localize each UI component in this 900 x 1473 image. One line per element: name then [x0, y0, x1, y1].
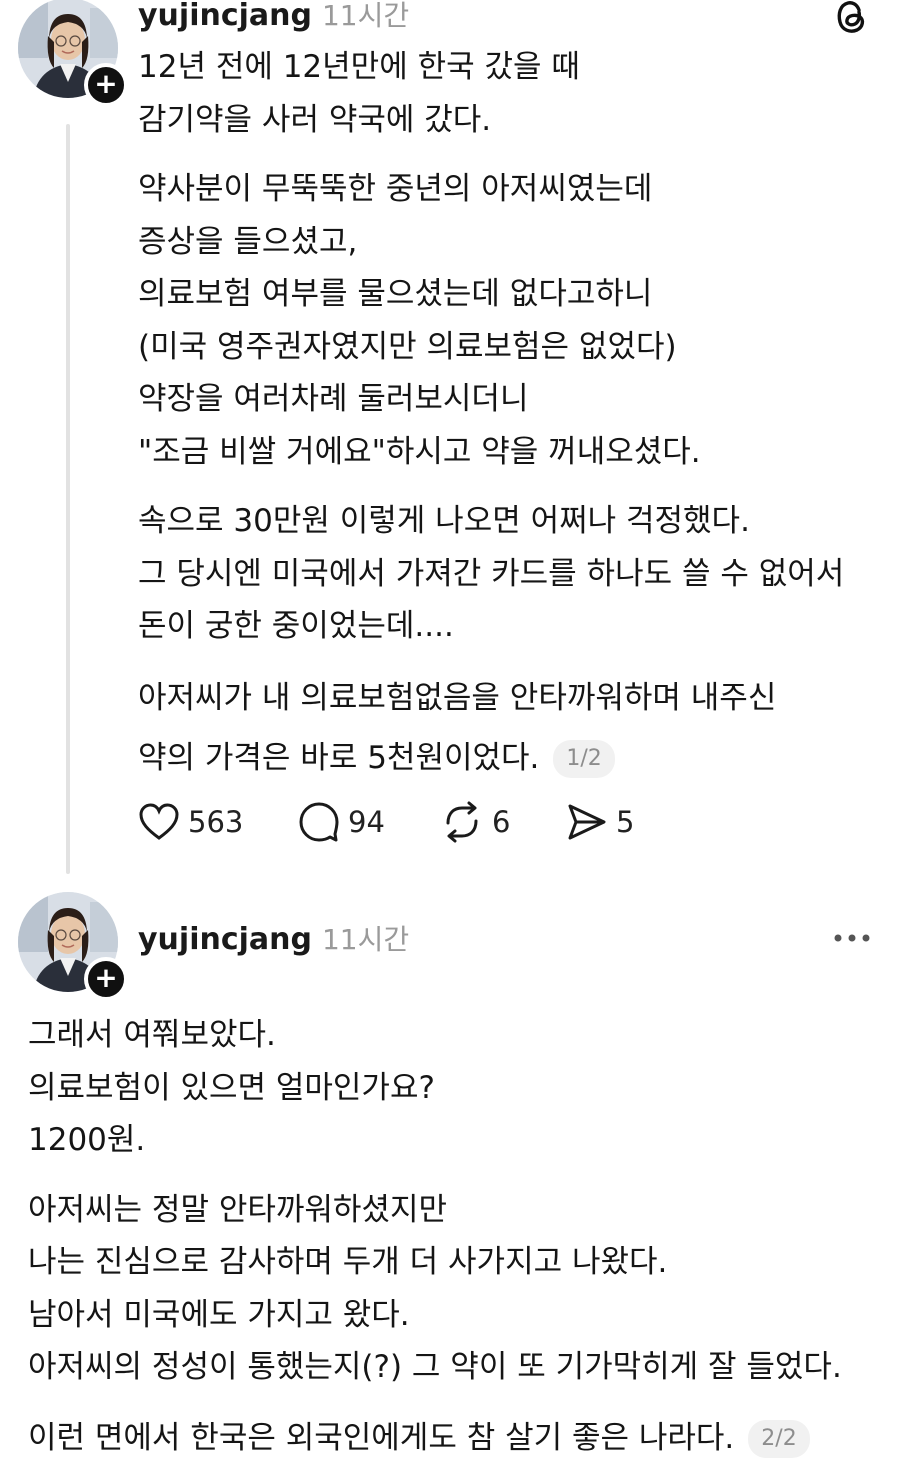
share-button[interactable]: 5	[566, 800, 634, 844]
username[interactable]: yujincjang	[138, 922, 312, 957]
repost-count: 6	[492, 805, 511, 839]
heart-icon	[139, 803, 179, 840]
thread-line	[66, 124, 70, 874]
like-button[interactable]: 563	[138, 800, 243, 844]
post-body: 그래서 여쭤보았다. 의료보험이 있으면 얼마인가요? 1200원. 아저씨는 …	[28, 1009, 878, 1470]
more-dots-icon[interactable]	[832, 928, 872, 952]
repost-button[interactable]: 6	[440, 800, 510, 844]
comment-count: 94	[348, 805, 385, 839]
post-paragraph: 12년 전에 12년만에 한국 갔을 때 감기약을 사러 약국에 갔다.	[138, 49, 580, 138]
post-header: yujincjang 11시간	[138, 0, 409, 34]
post-text: 약의 가격은 바로 5천원이었다.	[138, 739, 540, 776]
post-time: 11시간	[321, 0, 410, 32]
like-count: 563	[188, 805, 244, 839]
send-icon	[568, 804, 606, 840]
post-body: 12년 전에 12년만에 한국 갔을 때 감기약을 사러 약국에 갔다. 약사분…	[138, 41, 878, 790]
post-time: 11시간	[321, 923, 410, 956]
follow-plus-icon[interactable]: +	[84, 957, 128, 1001]
comment-bubble-icon	[299, 802, 339, 842]
post-paragraph: 그래서 여쭤보았다. 의료보험이 있으면 얼마인가요? 1200원.	[28, 1017, 435, 1158]
post-paragraph: 속으로 30만원 이렇게 나오면 어쩌나 걱정했다. 그 당시엔 미국에서 가져…	[138, 503, 845, 644]
post-text: 이런 면에서 한국은 외국인에게도 참 살기 좋은 나라다.	[28, 1419, 735, 1456]
repost-icon	[446, 801, 478, 843]
page-badge: 1/2	[553, 740, 615, 778]
post-paragraph: 아저씨는 정말 안타까워하셨지만 나는 진심으로 감사하며 두개 더 사가지고 …	[28, 1191, 842, 1386]
post-paragraph: 아저씨가 내 의료보험없음을 안타까워하며 내주신	[138, 679, 777, 716]
threads-logo-icon[interactable]	[832, 0, 872, 40]
post-header: yujincjang 11시간	[138, 918, 409, 962]
post-paragraph: 약사분이 무뚝뚝한 중년의 아저씨였는데 증상을 들으셨고, 의료보험 여부를 …	[138, 171, 701, 470]
follow-plus-icon[interactable]: +	[84, 63, 128, 107]
post-last-line: 약의 가격은 바로 5천원이었다. 1/2	[138, 726, 878, 790]
username[interactable]: yujincjang	[138, 0, 312, 33]
page-badge: 2/2	[748, 1420, 810, 1458]
post-last-line: 이런 면에서 한국은 외국인에게도 참 살기 좋은 나라다. 2/2	[28, 1406, 878, 1470]
comment-button[interactable]: 94	[298, 800, 385, 844]
share-count: 5	[616, 805, 635, 839]
